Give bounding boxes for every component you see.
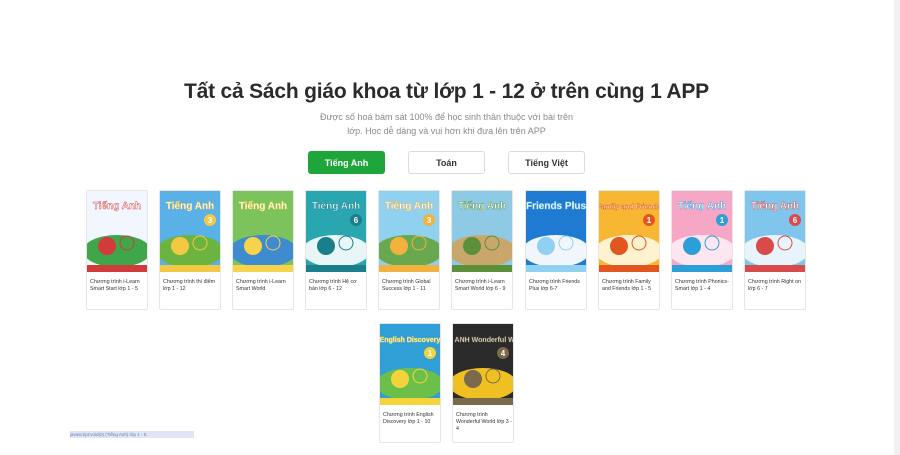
svg-text:Tiếng Anh: Tiếng Anh xyxy=(385,200,433,212)
book-title: Chương trình Family and Friends lớp 1 - … xyxy=(602,279,652,292)
book-card[interactable]: Tiếng Anh 6 Chương trình Right on lớp 6 - … xyxy=(744,190,806,310)
book-cover-image: Tiếng Anh 3 xyxy=(160,191,220,272)
svg-text:1: 1 xyxy=(428,349,433,358)
book-cover-image: Tiếng Anh xyxy=(452,191,512,272)
book-card[interactable]: Family and Friends 1 Chương trình Family a… xyxy=(598,190,660,310)
book-card[interactable]: Tiếng Anh Chương trình i-Learn Smart Worl… xyxy=(232,190,294,310)
book-title: Chương trình English Discovery lớp 1 - 1… xyxy=(383,412,434,425)
svg-text:Tiếng Anh: Tiếng Anh xyxy=(93,200,141,212)
book-title: Chương trình Friends Plus lớp 6-7 xyxy=(529,279,580,292)
status-bar-link: javascript:void(0) (Tiếng Anh) lớp 1 - 5 xyxy=(70,431,194,438)
book-cover-image: Tiếng Anh xyxy=(233,191,293,272)
book-cover-image: Family and Friends 1 xyxy=(599,191,659,272)
svg-text:3: 3 xyxy=(208,216,213,225)
book-card[interactable]: Tiếng Anh 1 Chương trình Phonics-Smart lớp… xyxy=(671,190,733,310)
subject-tabs: Tiếng Anh Toán Tiếng Việt xyxy=(0,151,893,174)
book-title: Chương trình i-Learn Smart World lớp 6 -… xyxy=(455,279,506,292)
book-cover-image: Tiếng Anh 3 xyxy=(379,191,439,272)
book-cover-image: Tiếng Anh 1 xyxy=(672,191,732,272)
svg-text:1: 1 xyxy=(720,216,725,225)
book-title: Chương trình thí điểm lớp 1 - 12 xyxy=(163,279,216,292)
svg-text:Family and Friends: Family and Friends xyxy=(599,204,659,211)
book-card[interactable]: English Discovery 1 Chương trình English D… xyxy=(379,323,441,443)
svg-text:Friends Plus: Friends Plus xyxy=(526,201,586,212)
svg-text:6: 6 xyxy=(354,216,359,225)
svg-text:6: 6 xyxy=(793,216,798,225)
tab-tieng-anh[interactable]: Tiếng Anh xyxy=(308,151,385,174)
book-cover-image: Tiếng Anh 6 xyxy=(306,191,366,272)
book-card[interactable]: Friends Plus Chương trình Friends Plus lớ… xyxy=(525,190,587,310)
book-title: Chương trình Wonderful World lớp 3 - 4 xyxy=(456,412,512,432)
svg-text:1: 1 xyxy=(647,216,652,225)
book-card[interactable]: Tiếng Anh 3 Chương trình thí điểm lớp 1 - … xyxy=(159,190,221,310)
book-card[interactable]: Tiếng Anh 3 Chương trình Global Success lớ… xyxy=(378,190,440,310)
svg-text:Tiếng Anh: Tiếng Anh xyxy=(751,200,799,212)
book-title: Chương trình Hệ cơ bản lớp 6 - 12 xyxy=(309,279,357,292)
page-title: Tất cả Sách giáo khoa từ lớp 1 - 12 ở tr… xyxy=(184,80,709,104)
book-card[interactable]: Tiếng Anh Chương trình i-Learn Smart Worl… xyxy=(451,190,513,310)
svg-text:Tiếng Anh: Tiếng Anh xyxy=(239,200,287,212)
svg-text:Tiếng Anh: Tiếng Anh xyxy=(166,200,214,212)
svg-text:Tiếng Anh: Tiếng Anh xyxy=(312,200,360,212)
page-subtitle: Được số hoá bám sát 100% để học sinh thâ… xyxy=(320,112,573,136)
book-cover-image: TIẾNG ANH Wonderful WORLD4 xyxy=(453,324,513,405)
book-cover-image: Tiếng Anh xyxy=(87,191,147,272)
book-title: Chương trình Global Success lớp 1 - 11 xyxy=(382,279,431,292)
book-card[interactable]: Tiếng Anh 6 Chương trình Hệ cơ bản lớp 6 -… xyxy=(305,190,367,310)
book-cover-image: Friends Plus xyxy=(526,191,586,272)
tab-toan[interactable]: Toán xyxy=(408,151,485,174)
book-title: Chương trình i-Learn Smart Start lớp 1 -… xyxy=(90,279,140,292)
svg-text:4: 4 xyxy=(501,349,506,358)
svg-text:Tiếng Anh: Tiếng Anh xyxy=(678,200,726,212)
book-title: Chương trình Phonics-Smart lớp 1 - 4 xyxy=(675,279,729,292)
svg-text:English Discovery: English Discovery xyxy=(380,337,440,344)
book-card[interactable]: TIẾNG ANH Wonderful WORLD4 Chương trình W… xyxy=(452,323,514,443)
tab-tieng-viet[interactable]: Tiếng Việt xyxy=(508,151,585,174)
book-cover-image: Tiếng Anh 6 xyxy=(745,191,805,272)
book-card[interactable]: Tiếng Anh Chương trình i-Learn Smart Star… xyxy=(86,190,148,310)
book-title: Chương trình i-Learn Smart World xyxy=(236,279,286,292)
book-title: Chương trình Right on lớp 6 - 7 xyxy=(748,279,801,292)
svg-text:3: 3 xyxy=(427,216,432,225)
book-cover-image: English Discovery 1 xyxy=(380,324,440,405)
scrollbar[interactable] xyxy=(894,0,900,455)
svg-text:Tiếng Anh: Tiếng Anh xyxy=(458,200,506,212)
